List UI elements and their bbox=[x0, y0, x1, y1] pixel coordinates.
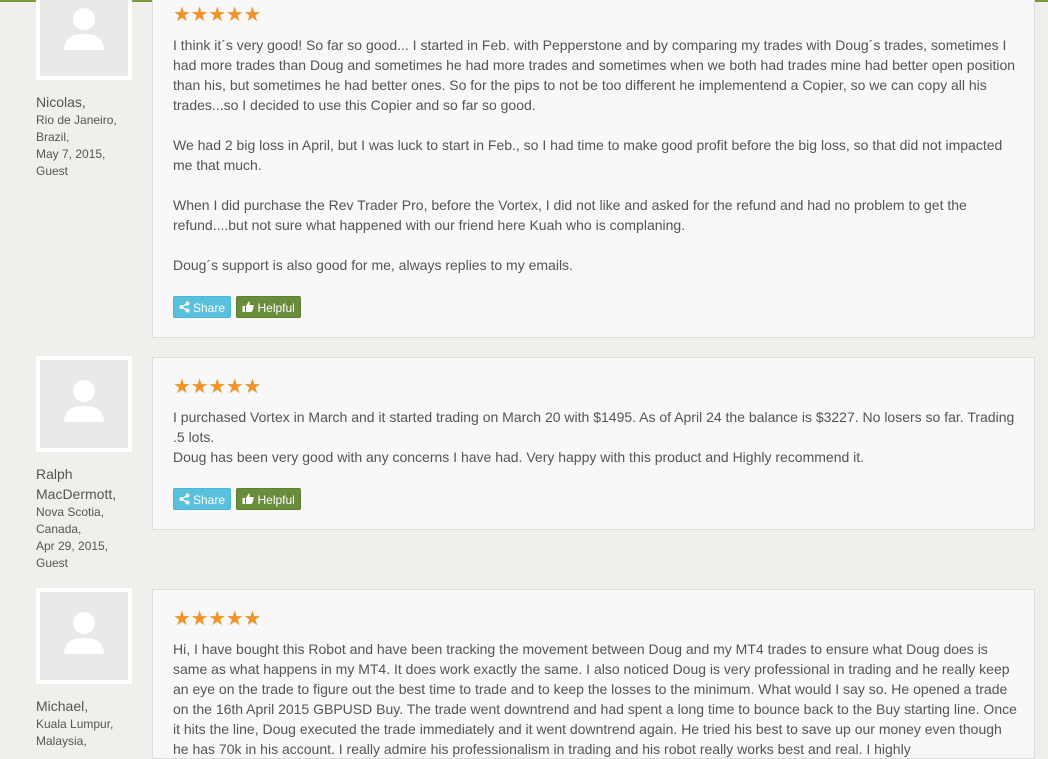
avatar bbox=[36, 356, 132, 452]
helpful-label: Helpful bbox=[257, 301, 295, 315]
star-icon: ★ bbox=[190, 376, 209, 398]
star-icon: ★ bbox=[190, 608, 209, 630]
star-icon: ★ bbox=[173, 608, 191, 630]
author-name: Nicolas, bbox=[36, 94, 86, 110]
review-text: I think it´s very good! So far so good..… bbox=[173, 35, 1018, 275]
star-icon: ★ bbox=[173, 376, 191, 398]
author-name: Michael, bbox=[36, 698, 89, 714]
star-icon: ★ bbox=[208, 608, 227, 630]
thumbs-up-icon bbox=[242, 297, 255, 324]
share-button[interactable]: Share bbox=[173, 488, 232, 510]
star-icon: ★ bbox=[243, 376, 262, 398]
review-paragraph: Doug´s support is also good for me, alwa… bbox=[173, 257, 573, 273]
review-line: Hi, I have bought this Robot and have be… bbox=[173, 641, 1017, 757]
helpful-button[interactable]: Helpful bbox=[236, 488, 301, 510]
author-role: Guest bbox=[36, 164, 69, 178]
author-city: Kuala Lumpur, bbox=[36, 717, 114, 731]
review-paragraph: We had 2 big loss in April, but I was lu… bbox=[173, 137, 1003, 173]
author-role: Guest bbox=[36, 556, 69, 570]
share-label: Share bbox=[193, 493, 226, 507]
thumbs-up-icon bbox=[242, 489, 255, 516]
review-paragraph: I think it´s very good! So far so good..… bbox=[173, 37, 1016, 113]
share-icon bbox=[179, 297, 190, 324]
review-text: I purchased Vortex in March and it start… bbox=[173, 407, 1018, 467]
review-line: I purchased Vortex in March and it start… bbox=[173, 409, 1015, 445]
review-card: ★★★★★ Hi, I have bought this Robot and h… bbox=[152, 589, 1035, 759]
review-card: ★★★★★ I think it´s very good! So far so … bbox=[152, 0, 1035, 338]
avatar bbox=[36, 0, 132, 80]
review-card: ★★★★★ I purchased Vortex in March and it… bbox=[152, 357, 1035, 530]
star-icon: ★ bbox=[225, 608, 244, 630]
helpful-label: Helpful bbox=[257, 493, 295, 507]
author-country: Malaysia, bbox=[36, 734, 87, 748]
user-placeholder-icon bbox=[64, 8, 104, 50]
review-paragraph: When I did purchase the Rev Trader Pro, … bbox=[173, 197, 967, 233]
star-icon: ★ bbox=[225, 4, 244, 26]
review-author: Nicolas, Rio de Janeiro, Brazil, May 7, … bbox=[36, 92, 117, 180]
share-button[interactable]: Share bbox=[173, 296, 232, 318]
review-author: Ralph MacDermott, Nova Scotia, Canada, A… bbox=[36, 464, 116, 572]
review-author: Michael, Kuala Lumpur, Malaysia, bbox=[36, 696, 113, 750]
review-actions: Share Helpful bbox=[173, 488, 302, 510]
helpful-button[interactable]: Helpful bbox=[236, 296, 301, 318]
author-country: Canada, bbox=[36, 522, 82, 536]
review-date: May 7, 2015, bbox=[36, 147, 106, 161]
review-text: Hi, I have bought this Robot and have be… bbox=[173, 639, 1018, 759]
star-icon: ★ bbox=[190, 4, 209, 26]
author-country: Brazil, bbox=[36, 130, 70, 144]
star-icon: ★ bbox=[208, 4, 227, 26]
star-icon: ★ bbox=[225, 376, 244, 398]
star-icon: ★ bbox=[243, 4, 262, 26]
star-icon: ★ bbox=[243, 608, 262, 630]
star-icon: ★ bbox=[173, 4, 191, 26]
rating-stars: ★★★★★ bbox=[173, 5, 261, 25]
share-icon bbox=[179, 489, 190, 516]
review-date: Apr 29, 2015, bbox=[36, 539, 109, 553]
avatar bbox=[36, 588, 132, 684]
author-city: Nova Scotia, bbox=[36, 505, 105, 519]
author-name: Ralph bbox=[36, 466, 73, 482]
user-placeholder-icon bbox=[64, 612, 104, 654]
user-placeholder-icon bbox=[64, 380, 104, 422]
share-label: Share bbox=[193, 301, 226, 315]
rating-stars: ★★★★★ bbox=[173, 609, 261, 629]
author-name: MacDermott, bbox=[36, 486, 117, 502]
review-actions: Share Helpful bbox=[173, 296, 302, 318]
rating-stars: ★★★★★ bbox=[173, 377, 261, 397]
review-line: Doug has been very good with any concern… bbox=[173, 449, 865, 465]
author-city: Rio de Janeiro, bbox=[36, 113, 117, 127]
star-icon: ★ bbox=[208, 376, 227, 398]
